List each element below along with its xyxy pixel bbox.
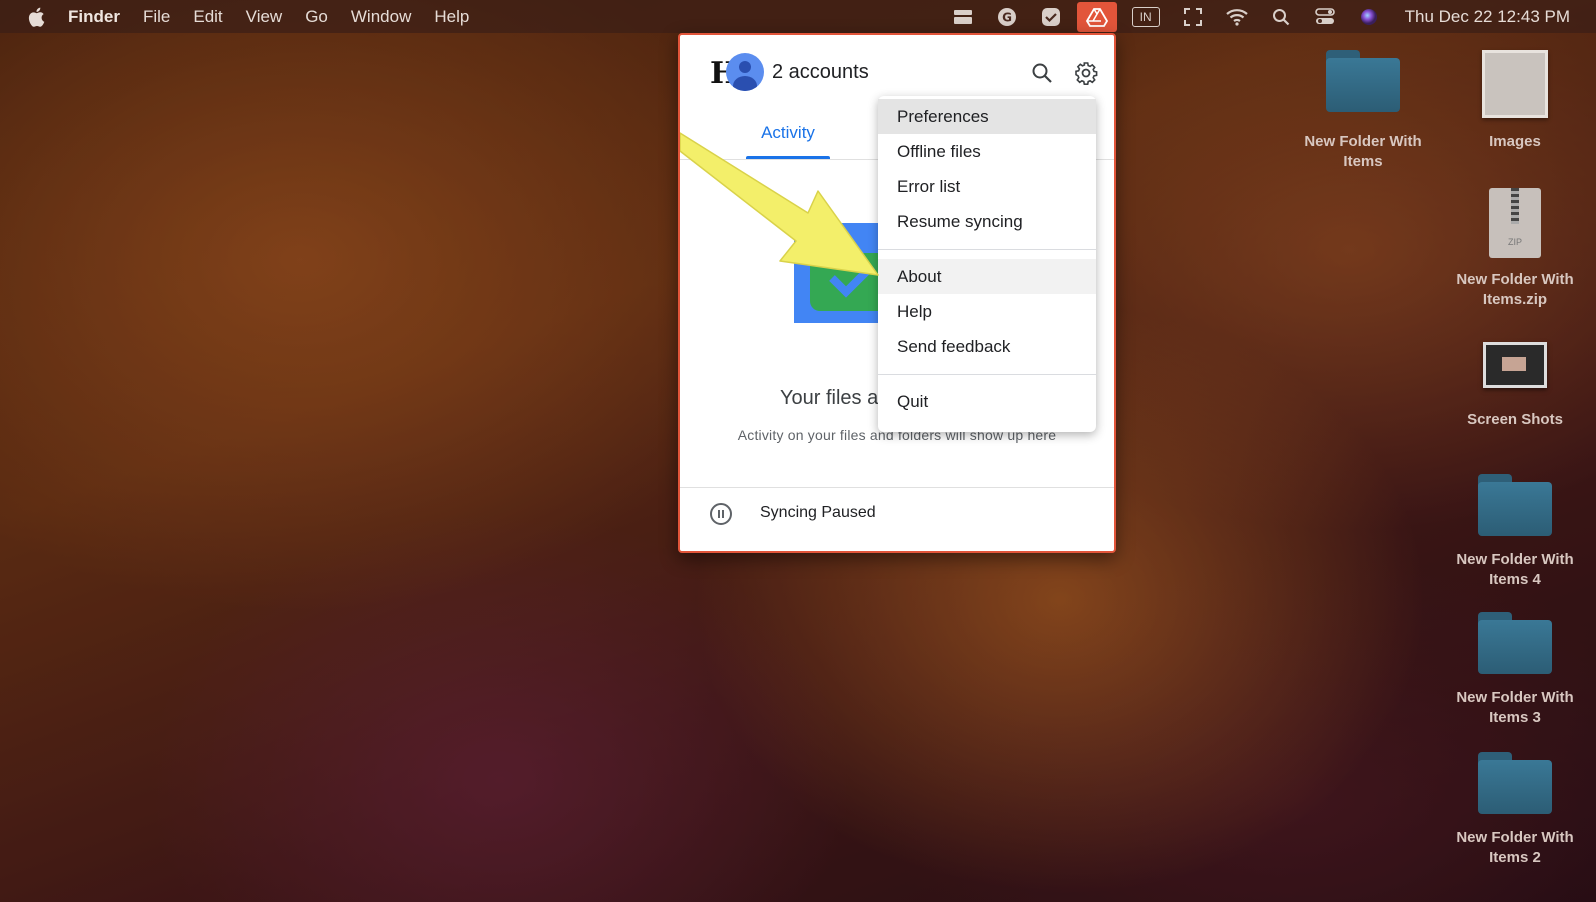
control-center-icon[interactable]	[1314, 6, 1336, 28]
desktop-folder[interactable]: New Folder With Items	[1288, 50, 1438, 172]
folder-icon	[1478, 474, 1552, 536]
menu-file[interactable]: File	[143, 7, 170, 27]
menu-view[interactable]: View	[246, 7, 283, 27]
menu-item-preferences[interactable]: Preferences	[878, 99, 1096, 134]
menu-bar: Finder File Edit View Go Window Help G I…	[0, 0, 1596, 33]
folder-icon	[1478, 752, 1552, 814]
sync-status-text: Syncing Paused	[760, 504, 876, 521]
folder-icon	[1326, 50, 1400, 112]
desktop-folder-images[interactable]: Images	[1440, 50, 1590, 152]
desktop-item-label: New Folder With Items 2	[1456, 829, 1574, 866]
desktop-folder[interactable]: New Folder With Items 4	[1440, 474, 1590, 590]
settings-button[interactable]	[1072, 59, 1100, 87]
divider	[680, 487, 1114, 488]
menu-item-about[interactable]: About	[878, 259, 1096, 294]
menu-item-send-feedback[interactable]: Send feedback	[878, 329, 1096, 364]
menu-item-error-list[interactable]: Error list	[878, 169, 1096, 204]
google-drive-icon[interactable]	[1076, 1, 1117, 32]
folder-icon	[1478, 612, 1552, 674]
settings-dropdown-menu: Preferences Offline files Error list Res…	[878, 96, 1096, 432]
spotlight-icon[interactable]	[1270, 6, 1292, 28]
menu-item-offline-files[interactable]: Offline files	[878, 134, 1096, 169]
desktop-zip-file[interactable]: ZIP New Folder With Items.zip	[1440, 188, 1590, 310]
desktop-item-label: New Folder With Items.zip	[1456, 271, 1574, 308]
menu-edit[interactable]: Edit	[193, 7, 222, 27]
input-source-icon[interactable]: IN	[1131, 6, 1160, 27]
desktop-folder-screenshots[interactable]: Screen Shots	[1440, 342, 1590, 430]
annotation-arrow-icon	[680, 132, 879, 276]
task-check-icon[interactable]	[1040, 6, 1062, 28]
grammarly-icon[interactable]: G	[996, 6, 1018, 28]
wifi-icon[interactable]	[1225, 6, 1248, 28]
menu-separator	[878, 249, 1096, 250]
screenshot-thumbnail-icon	[1483, 342, 1547, 388]
avatar[interactable]	[726, 53, 764, 91]
desktop-folder[interactable]: New Folder With Items 2	[1440, 752, 1590, 868]
search-icon	[1032, 63, 1052, 83]
siri-icon[interactable]	[1358, 6, 1380, 28]
desktop-item-label: Images	[1489, 133, 1541, 150]
apple-icon[interactable]	[27, 7, 45, 27]
desktop-folder[interactable]: New Folder With Items 3	[1440, 612, 1590, 728]
menu-item-resume-syncing[interactable]: Resume syncing	[878, 204, 1096, 239]
menu-bar-clock[interactable]: Thu Dec 22 12:43 PM	[1405, 7, 1570, 27]
desktop-item-label: New Folder With Items	[1304, 133, 1422, 170]
menu-window[interactable]: Window	[351, 7, 411, 27]
menu-item-help[interactable]: Help	[878, 294, 1096, 329]
empty-state-title: Your files a	[780, 387, 879, 409]
menu-separator	[878, 374, 1096, 375]
stack-icon[interactable]	[952, 6, 974, 28]
svg-text:G: G	[1002, 10, 1012, 24]
menu-item-quit[interactable]: Quit	[878, 384, 1096, 419]
image-thumbnail-icon	[1482, 50, 1548, 118]
status-area: G IN Thu Dec 22 12:43 PM	[941, 0, 1596, 33]
zip-archive-icon: ZIP	[1489, 188, 1541, 258]
fullscreen-icon[interactable]	[1182, 6, 1204, 28]
pause-icon[interactable]	[710, 503, 732, 525]
accounts-label[interactable]: 2 accounts	[772, 61, 869, 84]
menu-app-name[interactable]: Finder	[68, 7, 120, 27]
search-button[interactable]	[1028, 59, 1056, 87]
gear-icon	[1075, 62, 1098, 85]
desktop-item-label: New Folder With Items 3	[1456, 689, 1574, 726]
menu-help[interactable]: Help	[434, 7, 469, 27]
menu-go[interactable]: Go	[305, 7, 328, 27]
desktop-item-label: New Folder With Items 4	[1456, 551, 1574, 588]
desktop-item-label: Screen Shots	[1467, 411, 1563, 428]
